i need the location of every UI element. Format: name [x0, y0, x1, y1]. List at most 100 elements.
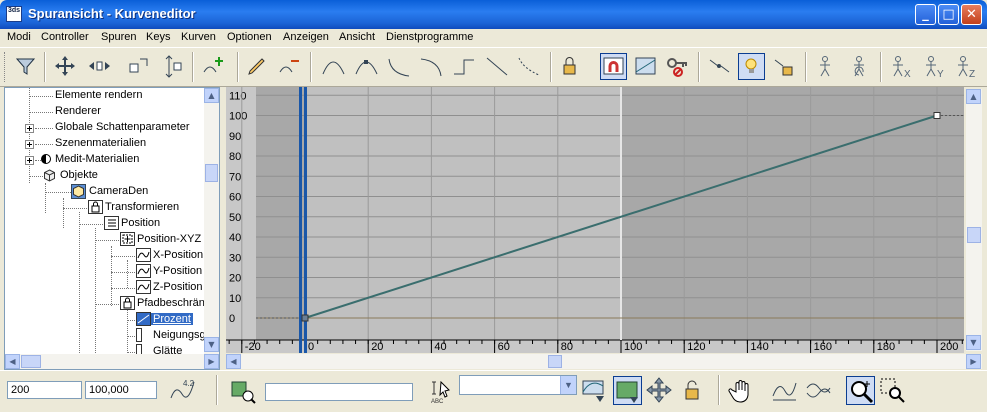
x-tick-label: -20	[245, 341, 261, 353]
tree-item[interactable]: X-Position	[5, 248, 205, 264]
time-slider-left	[299, 87, 302, 353]
show-selected-key-stats-button[interactable]: 4.2	[168, 376, 197, 405]
close-button[interactable]: ✕	[961, 4, 982, 25]
tree-item[interactable]: Pfadbeschränkung	[5, 296, 219, 312]
menu-controller[interactable]: Controller	[41, 31, 89, 43]
curve-canvas[interactable]: 1101009080706050403020100-20 0 20 40 60 80 100…	[226, 87, 964, 353]
slide-keys-button[interactable]	[86, 53, 113, 80]
tree-item[interactable]: Elemente rendern	[5, 88, 205, 104]
zoom-horizontal-extents-button[interactable]	[770, 376, 799, 405]
tree-hscroll-thumb[interactable]	[21, 355, 41, 368]
move-keys-button[interactable]	[52, 53, 79, 80]
tree-item[interactable]: Position	[5, 216, 205, 232]
parameter-curve-button[interactable]	[632, 53, 659, 80]
filter-button[interactable]	[12, 53, 39, 80]
graph-hscroll-thumb[interactable]	[548, 355, 562, 368]
draw-curves-button[interactable]	[244, 53, 271, 80]
scroll-up-icon[interactable]: ▲	[966, 89, 981, 104]
menu-modi[interactable]: Modi	[7, 31, 31, 43]
minimize-button[interactable]: _	[915, 4, 936, 25]
x-tick-label: 80	[561, 341, 573, 353]
biped-y-curve-button[interactable]: Y	[921, 53, 948, 80]
show-keyable-icons-button[interactable]	[664, 53, 691, 80]
tangent-step-button[interactable]	[451, 53, 478, 80]
lock-tangents-button[interactable]	[771, 53, 798, 80]
svg-text:4.2: 4.2	[183, 379, 195, 388]
tree-item[interactable]: Renderer	[5, 104, 205, 120]
scale-keys-button[interactable]	[126, 53, 153, 80]
show-all-tangents-button[interactable]	[738, 53, 765, 80]
menu-spuren[interactable]: Spuren	[101, 31, 136, 43]
tree-item[interactable]: Szenenmaterialien	[5, 136, 205, 152]
menu-optionen[interactable]: Optionen	[227, 31, 272, 43]
scroll-left-icon[interactable]: ◀	[226, 354, 241, 369]
lock-selection-button[interactable]	[556, 53, 583, 80]
menu-keys[interactable]: Keys	[146, 31, 170, 43]
tangent-linear-button[interactable]	[484, 53, 511, 80]
tree-scroll-thumb[interactable]	[205, 164, 218, 182]
menu-ansicht[interactable]: Ansicht	[339, 31, 375, 43]
snap-frames-button[interactable]	[600, 53, 627, 80]
delete-key-button[interactable]	[276, 53, 303, 80]
show-biped-rotation-button[interactable]	[846, 53, 873, 80]
scroll-right-icon[interactable]: ▶	[966, 354, 981, 369]
tree-item[interactable]: Globale Schattenparameter	[5, 120, 205, 136]
show-tangents-button[interactable]	[706, 53, 733, 80]
x-tick-label: 60	[498, 341, 510, 353]
scroll-down-icon[interactable]: ▼	[204, 337, 219, 352]
tree-item[interactable]: Y-Position	[5, 264, 205, 280]
unlock-button[interactable]	[677, 376, 706, 405]
select-by-name-button[interactable]	[228, 376, 257, 405]
tree-item[interactable]: CameraDen	[5, 184, 205, 200]
tree-item[interactable]: Neigungsgrad	[5, 328, 219, 344]
add-key-button[interactable]	[200, 53, 227, 80]
tree-item[interactable]: Z-Position	[5, 280, 205, 296]
text-select-button[interactable]: ABC	[428, 376, 457, 405]
biped-x-curve-button[interactable]: X	[888, 53, 915, 80]
zoom-value-extents-button[interactable]	[804, 376, 833, 405]
tree-item[interactable]: Position-XYZ	[5, 232, 205, 248]
controller-tree[interactable]: Elemente rendern Renderer Globale Schatt…	[4, 87, 220, 370]
biped-z-curve-button[interactable]: Z	[953, 53, 980, 80]
scroll-up-icon[interactable]: ▲	[204, 88, 219, 103]
scale-values-button[interactable]	[160, 53, 187, 80]
tree-item-selected[interactable]: Prozent	[5, 312, 205, 328]
graph-vscroll-thumb[interactable]	[967, 227, 981, 243]
pan-button[interactable]	[728, 376, 757, 405]
tangent-smooth-button[interactable]	[516, 53, 543, 80]
scroll-down-icon[interactable]: ▼	[966, 335, 981, 350]
value-field[interactable]: 100,000	[85, 381, 157, 399]
expand-icon[interactable]	[25, 140, 34, 149]
zoom-selected-button[interactable]	[580, 376, 609, 405]
show-biped-position-button[interactable]	[812, 53, 839, 80]
filter-dropdown[interactable]: ▼	[459, 375, 577, 395]
tree-item[interactable]: Objekte	[5, 168, 205, 184]
tangent-custom-button[interactable]	[353, 53, 380, 80]
scroll-right-icon[interactable]: ▶	[204, 354, 219, 369]
maximize-button[interactable]: □	[938, 4, 959, 25]
expand-icon[interactable]	[25, 156, 34, 165]
menu-anzeigen[interactable]: Anzeigen	[283, 31, 329, 43]
tangent-auto-button[interactable]	[320, 53, 347, 80]
y-tick-label: 40	[229, 232, 241, 244]
name-search-field[interactable]	[265, 383, 413, 401]
tangent-slow-button[interactable]	[418, 53, 445, 80]
chevron-down-icon[interactable]: ▼	[560, 376, 576, 394]
tree-horizontal-scrollbar[interactable]: ◀ ▶	[5, 354, 219, 369]
tree-vertical-scrollbar[interactable]: ▲ ▼	[204, 88, 219, 354]
zoom-button[interactable]	[846, 376, 875, 405]
tree-item[interactable]: Medit-Materialien	[5, 152, 205, 168]
zoom-region-button[interactable]	[878, 376, 907, 405]
expand-icon[interactable]	[25, 124, 34, 133]
pan-view-button[interactable]	[645, 376, 674, 405]
tangent-fast-button[interactable]	[386, 53, 413, 80]
menu-kurven[interactable]: Kurven	[181, 31, 216, 43]
curve-graph[interactable]: 110 100 90 80 70 60 50 40 30 20 10 0 -20 0 20 40 60 80 100…	[226, 87, 964, 353]
graph-horizontal-scrollbar[interactable]: ◀ ▶	[226, 354, 982, 369]
tree-item[interactable]: Transformieren	[5, 200, 205, 216]
graph-vertical-scrollbar[interactable]: ▲ ▼	[966, 89, 982, 351]
frame-horizontal-button[interactable]	[613, 376, 642, 405]
scroll-left-icon[interactable]: ◀	[5, 354, 20, 369]
frame-field[interactable]: 200	[7, 381, 82, 399]
menu-dienstprogramme[interactable]: Dienstprogramme	[386, 31, 473, 43]
